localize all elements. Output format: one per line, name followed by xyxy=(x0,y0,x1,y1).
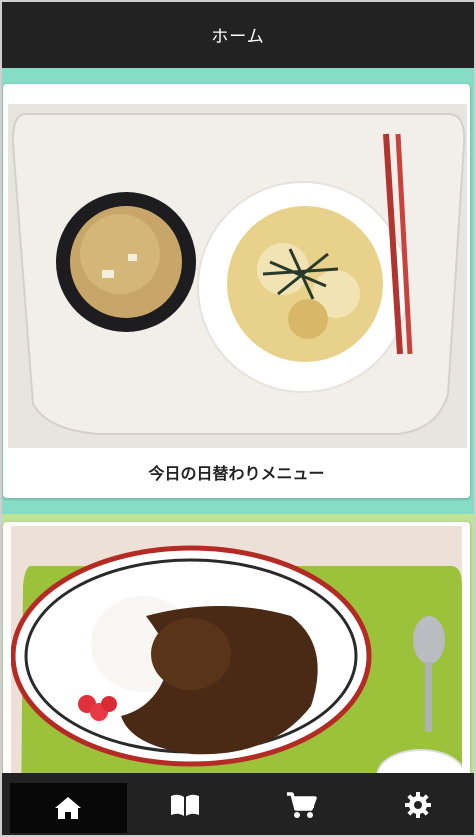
home-icon xyxy=(55,797,82,819)
menu-photo-oyakodon xyxy=(8,104,467,448)
menu-card[interactable] xyxy=(3,522,470,773)
nav-settings-button[interactable] xyxy=(360,773,476,837)
bottom-nav xyxy=(0,773,476,837)
menu-section xyxy=(0,514,476,773)
top-header: ホーム xyxy=(0,0,476,68)
main-content[interactable]: 今日の日替わりメニュー xyxy=(0,68,476,773)
page-title: ホーム xyxy=(211,26,265,47)
book-icon xyxy=(170,794,199,816)
featured-section: 今日の日替わりメニュー xyxy=(0,68,476,514)
nav-cart-button[interactable] xyxy=(243,773,360,837)
nav-menu-book-button[interactable] xyxy=(127,773,244,837)
gear-icon xyxy=(404,792,431,818)
card-caption: 今日の日替わりメニュー xyxy=(148,464,325,483)
cart-icon xyxy=(287,792,317,818)
nav-home-button[interactable] xyxy=(10,783,127,833)
menu-photo-curry xyxy=(11,526,462,773)
menu-card[interactable]: 今日の日替わりメニュー xyxy=(3,84,470,498)
